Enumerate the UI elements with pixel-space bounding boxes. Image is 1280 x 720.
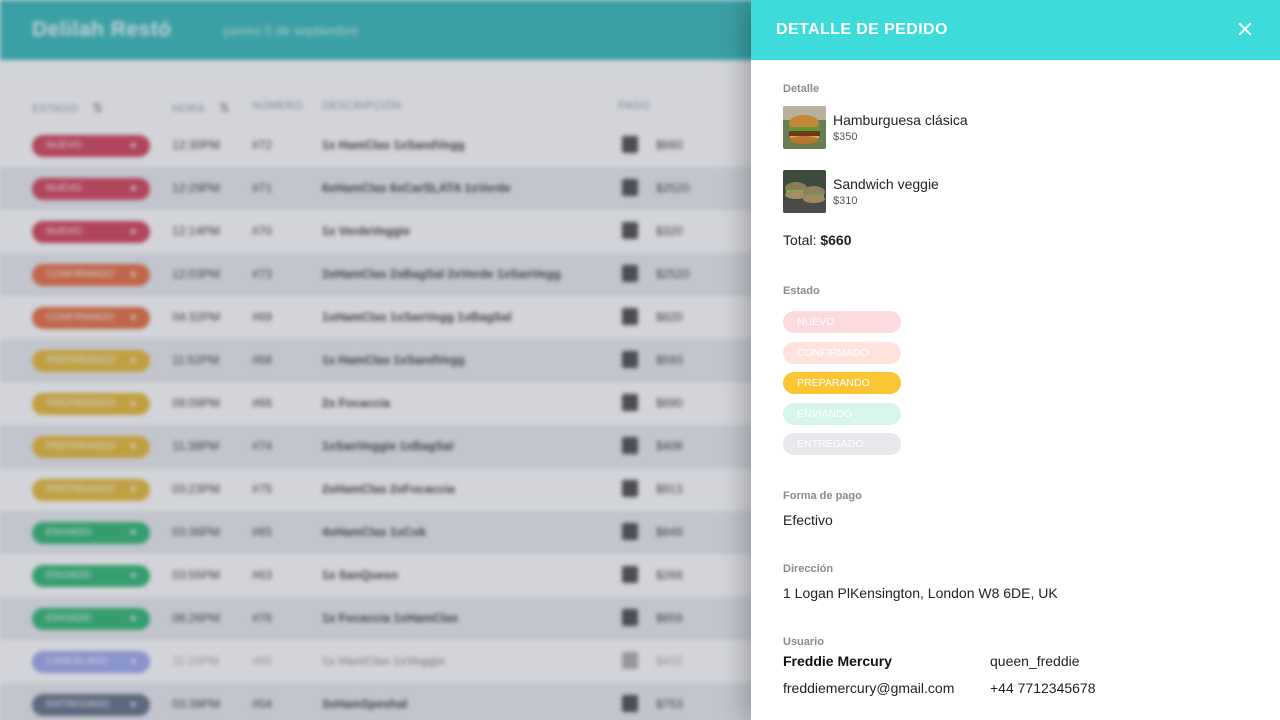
user-phone: +44 7712345678: [990, 680, 1096, 696]
panel-title: DETALLE DE PEDIDO: [776, 21, 948, 38]
detalle-label: Detalle: [783, 83, 820, 95]
order-item: Hamburguesa clásica $350: [783, 106, 968, 149]
burger-image: [783, 106, 826, 149]
status-option-preparando[interactable]: PREPARANDO: [783, 372, 901, 394]
direccion-label: Dirección: [783, 563, 834, 575]
direccion-value: 1 Logan PlKensington, London W8 6DE, UK: [783, 585, 1058, 601]
item-name: Hamburguesa clásica: [833, 112, 968, 128]
status-option-entregado[interactable]: ENTREGADO: [783, 433, 901, 455]
item-price: $310: [833, 195, 858, 207]
user-email: freddiemercury@gmail.com: [783, 680, 955, 696]
status-option-enviando[interactable]: ENVIANDO: [783, 402, 901, 425]
order-item: Sandwich veggie $310: [783, 170, 939, 213]
pago-label: Forma de pago: [783, 490, 862, 502]
panel-header: DETALLE DE PEDIDO: [751, 0, 1280, 60]
usuario-label: Usuario: [783, 636, 824, 648]
order-total: Total: $660: [783, 232, 852, 248]
total-label: Total:: [783, 232, 817, 248]
user-name: Freddie Mercury: [783, 653, 892, 669]
item-name: Sandwich veggie: [833, 176, 939, 192]
close-icon[interactable]: [1232, 16, 1258, 42]
pago-value: Efectivo: [783, 512, 833, 528]
order-detail-panel: DETALLE DE PEDIDO Detalle Hamburguesa cl…: [751, 0, 1280, 720]
sandwich-image: [783, 170, 826, 213]
status-option-nuevo[interactable]: NUEVO: [783, 311, 901, 333]
user-handle: queen_freddie: [990, 653, 1080, 669]
status-option-confirmado[interactable]: CONFIRMADO: [783, 341, 901, 364]
item-price: $350: [833, 131, 858, 143]
estado-label: Estado: [783, 285, 820, 297]
total-value: $660: [820, 232, 852, 248]
